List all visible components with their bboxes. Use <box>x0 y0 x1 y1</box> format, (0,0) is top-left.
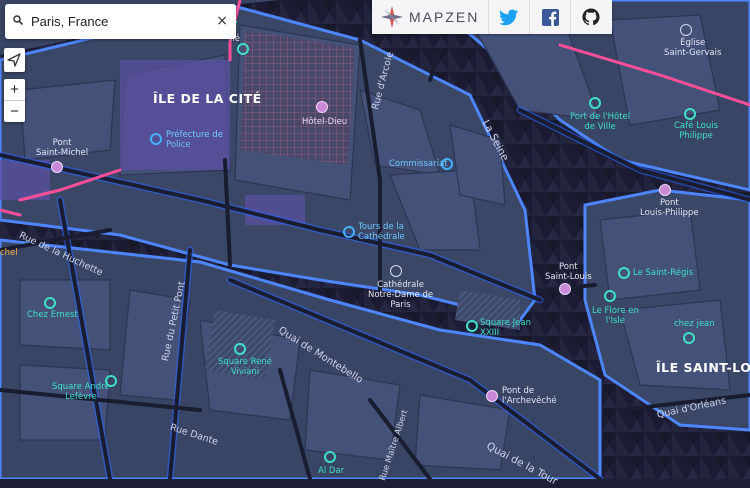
bridge-louis-philippe[interactable]: Pont Louis-Philippe <box>640 198 699 218</box>
location-arrow-icon <box>7 53 21 67</box>
twitter-icon <box>499 9 519 25</box>
bridge-icon[interactable] <box>486 390 498 402</box>
poi-flore[interactable]: Le Flore en l'Isle <box>592 306 639 326</box>
poi-al-dar[interactable]: Al Dar <box>318 466 344 476</box>
poi-saint-regis[interactable]: Le Saint-Régis <box>633 268 693 278</box>
police-icon[interactable] <box>150 133 162 145</box>
poi-square-jean[interactable]: Square Jean XXIII <box>480 318 531 338</box>
locate-button[interactable] <box>4 48 25 72</box>
bridge-archeveche[interactable]: Pont de l'Archevêché <box>502 386 557 406</box>
poi-eglise[interactable]: Église Saint-Gervais <box>664 38 721 58</box>
clear-search-button[interactable]: × <box>216 13 228 29</box>
restaurant-icon[interactable] <box>44 297 56 309</box>
mapzen-logo[interactable]: MAPZEN <box>372 0 489 34</box>
cafe-icon[interactable] <box>684 108 696 120</box>
district-label-saint-louis: ÎLE SAINT-LOU <box>656 360 750 375</box>
brand-bar: MAPZEN <box>372 0 612 34</box>
bridge-saint-michel[interactable]: Pont Saint-Michel <box>36 138 88 158</box>
poi-chez-jean[interactable]: chez jean <box>674 319 715 329</box>
facebook-button[interactable] <box>530 0 571 34</box>
district-label-cite: ÎLE DE LA CITÉ <box>153 91 262 106</box>
bridge-icon[interactable] <box>659 184 671 196</box>
restaurant-icon[interactable] <box>237 43 249 55</box>
zoom-out-button[interactable]: − <box>4 101 25 122</box>
poi-cathedrale[interactable]: Cathédrale Notre-Dame de Paris <box>368 280 433 310</box>
church-icon[interactable] <box>680 24 692 36</box>
search-input[interactable] <box>31 11 211 31</box>
bridge-icon[interactable] <box>51 161 63 173</box>
poi-hotel-dieu[interactable]: Hôtel-Dieu <box>302 117 347 127</box>
mapzen-compass-icon <box>380 5 404 29</box>
poi-commissariat[interactable]: Commissariat <box>389 159 448 169</box>
restaurant-icon[interactable] <box>324 451 336 463</box>
facebook-icon <box>541 8 559 26</box>
search-box[interactable]: × <box>5 4 236 39</box>
poi-chez-ernest[interactable]: Chez Ernest <box>27 310 78 320</box>
poi-square-rene[interactable]: Square René Viviani <box>218 357 272 377</box>
restaurant-icon[interactable] <box>618 267 630 279</box>
harbor-icon[interactable] <box>589 97 601 109</box>
poi-prefecture[interactable]: Préfecture de Police <box>166 130 223 150</box>
restaurant-icon[interactable] <box>604 290 616 302</box>
zoom-control: + − <box>4 79 25 122</box>
park-icon[interactable] <box>234 343 246 355</box>
park-icon[interactable] <box>466 320 478 332</box>
poi-square-andre[interactable]: Square André Lefèvre <box>52 382 110 402</box>
poi-tours[interactable]: Tours de la Cathédrale <box>358 222 405 242</box>
mapzen-wordmark: MAPZEN <box>409 9 480 25</box>
zoom-in-button[interactable]: + <box>4 79 25 101</box>
poi-cafe-louis[interactable]: Café Louis Philippe <box>674 121 718 141</box>
search-icon <box>13 15 23 25</box>
bridge-icon[interactable] <box>559 283 571 295</box>
poi-odeon-partial[interactable]: chel <box>0 248 18 258</box>
github-button[interactable] <box>571 0 611 34</box>
monument-icon[interactable] <box>343 226 355 238</box>
restaurant-icon[interactable] <box>683 332 695 344</box>
github-icon <box>582 8 600 26</box>
twitter-button[interactable] <box>489 0 530 34</box>
church-icon[interactable] <box>390 265 402 277</box>
hospital-icon[interactable] <box>316 101 328 113</box>
poi-port-hotel[interactable]: Port de l'Hôtel de Ville <box>570 112 630 132</box>
bridge-saint-louis[interactable]: Pont Saint-Louis <box>545 262 592 282</box>
